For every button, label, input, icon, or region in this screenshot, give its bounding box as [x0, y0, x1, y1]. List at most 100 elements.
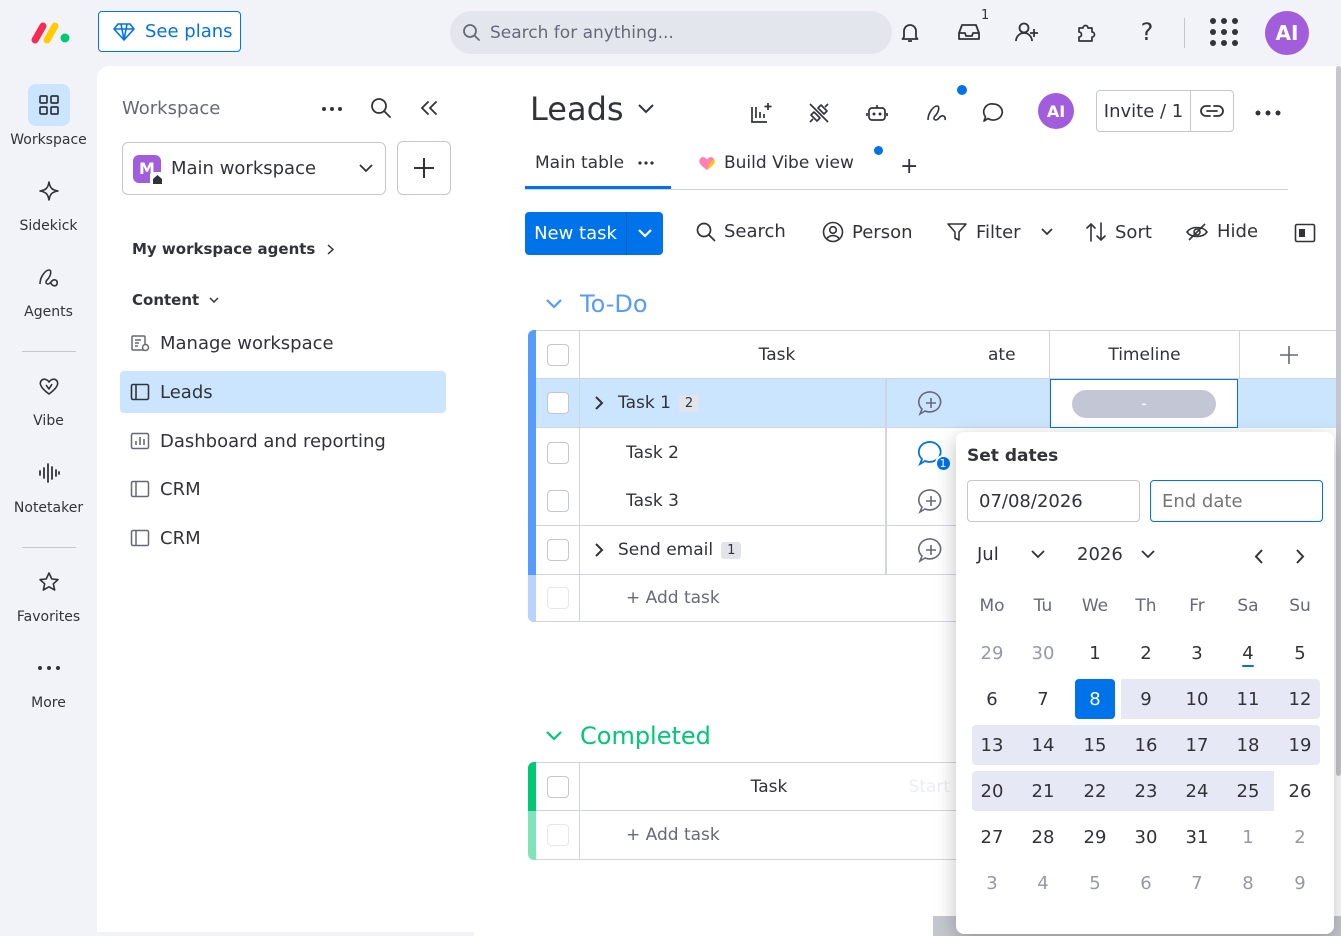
search-button[interactable]: Search — [696, 221, 786, 242]
task-name[interactable]: Send email — [618, 540, 713, 560]
copy-link-icon[interactable] — [1191, 91, 1233, 131]
vertical-scrollbar[interactable] — [1336, 66, 1341, 776]
add-item-button[interactable] — [397, 141, 451, 195]
next-month-icon[interactable] — [1290, 546, 1310, 566]
calendar-day[interactable]: 22 — [1070, 771, 1120, 811]
new-task-button[interactable]: New task — [525, 212, 627, 255]
panel-item-leads[interactable]: Leads — [120, 371, 446, 413]
calendar-day[interactable]: 1 — [1070, 633, 1120, 673]
panel-item-manage-workspace[interactable]: Manage workspace — [120, 322, 446, 364]
calendar-day[interactable]: 10 — [1172, 679, 1222, 719]
year-select[interactable]: 2026 — [1077, 544, 1155, 565]
calendar-day[interactable]: 30 — [1121, 817, 1171, 857]
calendar-day[interactable]: 1 — [1223, 817, 1273, 857]
nav-notetaker[interactable]: Notetaker — [0, 452, 97, 516]
calendar-day[interactable]: 12 — [1275, 679, 1325, 719]
calendar-day[interactable]: 2 — [1121, 633, 1171, 673]
calendar-day[interactable]: 16 — [1121, 725, 1171, 765]
calendar-day[interactable]: 5 — [1070, 863, 1120, 903]
calendar-day[interactable]: 21 — [1018, 771, 1068, 811]
add-column-button[interactable] — [1240, 331, 1338, 379]
monday-logo-icon[interactable] — [30, 18, 74, 46]
calendar-day[interactable]: 27 — [967, 817, 1017, 857]
sort-button[interactable]: Sort — [1085, 221, 1152, 243]
add-task-row[interactable]: + Add task — [580, 575, 974, 622]
task-name[interactable]: Task 1 — [618, 393, 671, 413]
workspace-selector[interactable]: M Main workspace — [122, 142, 386, 195]
calendar-day[interactable]: 7 — [1018, 679, 1068, 719]
nav-more[interactable]: More — [0, 647, 97, 711]
calendar-day[interactable]: 11 — [1223, 679, 1273, 719]
board-more-icon[interactable] — [1253, 98, 1283, 128]
timeline-cell[interactable]: - — [1050, 379, 1238, 428]
table-row[interactable]: Task 2 — [580, 428, 886, 477]
search-icon[interactable] — [368, 95, 394, 121]
hide-button[interactable]: Hide — [1185, 221, 1258, 242]
calendar-day[interactable]: 8 — [1223, 863, 1273, 903]
calendar-day[interactable]: 18 — [1223, 725, 1273, 765]
invite-button[interactable]: Invite / 1 — [1097, 91, 1191, 131]
calendar-day[interactable]: 19 — [1275, 725, 1325, 765]
help-icon[interactable]: ? — [1131, 16, 1163, 48]
person-filter-button[interactable]: Person — [822, 221, 913, 243]
nav-agents[interactable]: Agents — [0, 256, 97, 320]
add-task-row[interactable]: + Add task — [580, 811, 958, 860]
integrations-icon[interactable] — [804, 98, 834, 128]
calendar-day-today[interactable]: 4 — [1223, 633, 1273, 673]
comment-icon[interactable] — [978, 98, 1008, 128]
task-name[interactable]: Task 3 — [626, 491, 679, 511]
calendar-day[interactable]: 31 — [1172, 817, 1222, 857]
calendar-day[interactable]: 25 — [1223, 771, 1273, 811]
calendar-day[interactable]: 17 — [1172, 725, 1222, 765]
calendar-day[interactable]: 15 — [1070, 725, 1120, 765]
group-header-todo[interactable]: To-Do — [546, 290, 648, 318]
calendar-day[interactable]: 24 — [1172, 771, 1222, 811]
filter-button[interactable]: Filter — [946, 221, 1053, 243]
calendar-day[interactable]: 2 — [1275, 817, 1325, 857]
calendar-day[interactable]: 3 — [1172, 633, 1222, 673]
see-plans-button[interactable]: See plans — [98, 11, 241, 52]
panel-item-crm[interactable]: CRM — [120, 517, 446, 559]
end-date-input[interactable] — [1150, 480, 1323, 522]
calendar-day[interactable]: 14 — [1018, 725, 1068, 765]
row-checkbox[interactable] — [546, 441, 569, 464]
nav-vibe[interactable]: Vibe — [0, 365, 97, 429]
invite-member-icon[interactable] — [1011, 16, 1043, 48]
nav-workspace[interactable]: Workspace — [0, 84, 97, 148]
calendar-day[interactable]: 30 — [1018, 633, 1068, 673]
more-dots-icon[interactable] — [319, 96, 345, 122]
calendar-day[interactable]: 26 — [1275, 771, 1325, 811]
prev-month-icon[interactable] — [1248, 546, 1268, 566]
chevron-down-icon[interactable] — [1040, 228, 1053, 236]
layout-icon[interactable] — [1294, 222, 1316, 244]
panel-item-crm[interactable]: CRM — [120, 468, 446, 510]
group-header-completed[interactable]: Completed — [546, 722, 711, 750]
row-checkbox[interactable] — [546, 490, 569, 512]
calendar-day[interactable]: 5 — [1275, 633, 1325, 673]
global-search-input[interactable]: Search for anything... — [450, 11, 892, 54]
tab-build-vibe-view[interactable]: Build Vibe view — [698, 153, 854, 173]
user-avatar[interactable]: AI — [1265, 11, 1309, 55]
select-all-checkbox[interactable] — [546, 775, 569, 798]
table-row[interactable]: Send email 1 — [580, 526, 886, 575]
chevron-right-icon[interactable] — [594, 395, 604, 411]
task-name[interactable]: Task 2 — [626, 443, 679, 463]
table-row[interactable]: Task 1 2 — [580, 379, 886, 428]
calendar-day[interactable]: 7 — [1172, 863, 1222, 903]
month-select[interactable]: Jul — [977, 544, 1045, 565]
calendar-day[interactable]: 29 — [967, 633, 1017, 673]
automation-robot-icon[interactable] — [862, 98, 892, 128]
column-header-task[interactable]: Task Start — [580, 763, 958, 811]
board-user-avatar[interactable]: AI — [1038, 93, 1074, 129]
calendar-day[interactable]: 6 — [967, 679, 1017, 719]
table-row[interactable]: Task 3 — [580, 477, 886, 526]
calendar-day[interactable]: 28 — [1018, 817, 1068, 857]
calendar-day[interactable]: 4 — [1018, 863, 1068, 903]
row-checkbox[interactable] — [546, 392, 569, 414]
calendar-day[interactable]: 20 — [967, 771, 1017, 811]
calendar-day-selected[interactable]: 8 — [1075, 679, 1115, 719]
add-view-button[interactable]: + — [900, 154, 918, 179]
calendar-day[interactable]: 9 — [1275, 863, 1325, 903]
start-date-cell[interactable] — [974, 379, 1050, 428]
workspace-agents-link[interactable]: My workspace agents — [132, 240, 335, 258]
